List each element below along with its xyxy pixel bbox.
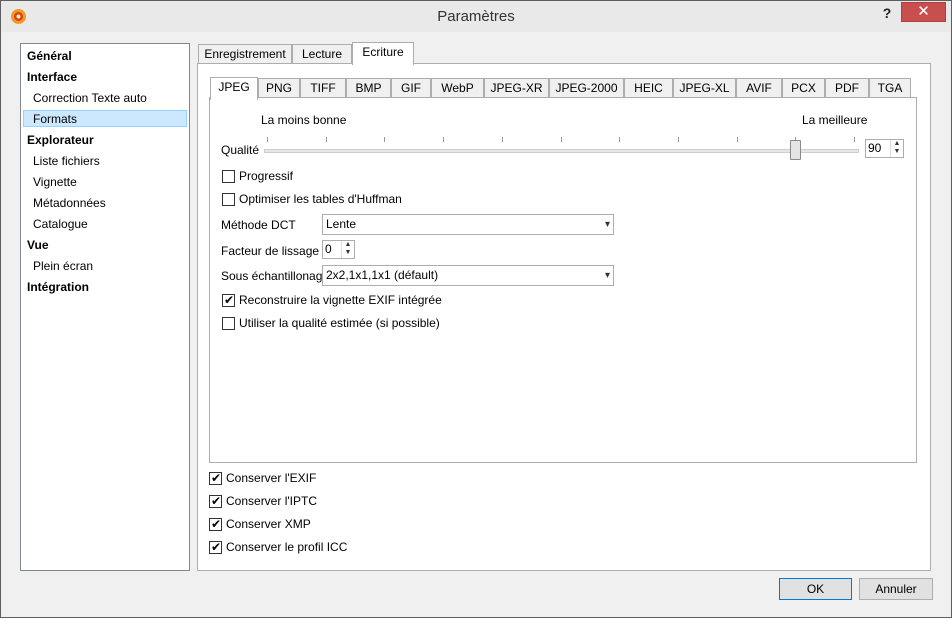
nav-item-view[interactable]: Vue <box>27 237 49 254</box>
dct-method-value: Lente <box>326 217 357 231</box>
tab-avif[interactable]: AVIF <box>736 78 782 99</box>
nav-item-integration[interactable]: Intégration <box>27 279 89 296</box>
slider-tick <box>619 137 620 142</box>
spin-up-icon[interactable]: ▲ <box>342 241 354 249</box>
quality-max-label: La meilleure <box>802 113 868 127</box>
slider-tick <box>502 137 503 142</box>
quality-min-label: La moins bonne <box>261 113 347 127</box>
tab-gif[interactable]: GIF <box>391 78 431 99</box>
tab-tiff[interactable]: TIFF <box>300 78 346 99</box>
check-icon: ✔ <box>224 293 235 307</box>
slider-tick <box>326 137 327 142</box>
smoothing-label: Facteur de lissage <box>221 244 320 258</box>
slider-tick <box>267 137 268 142</box>
tab-png[interactable]: PNG <box>258 78 300 99</box>
help-button[interactable]: ? <box>878 4 896 22</box>
slider-tick <box>443 137 444 142</box>
nav-item-autocorrect[interactable]: Correction Texte auto <box>33 90 147 107</box>
slider-tick <box>678 137 679 142</box>
rebuild-exif-label: Reconstruire la vignette EXIF intégrée <box>239 293 442 307</box>
quality-value: 90 <box>868 141 882 155</box>
slider-tick <box>737 137 738 142</box>
tab-jpeg-2000[interactable]: JPEG-2000 <box>549 78 624 99</box>
spin-down-icon[interactable]: ▼ <box>342 249 354 257</box>
estimated-quality-label: Utiliser la qualité estimée (si possible… <box>239 316 440 330</box>
rebuild-exif-checkbox[interactable]: ✔ <box>222 293 235 307</box>
nav-item-general[interactable]: Général <box>27 48 72 65</box>
smoothing-spinbox[interactable]: 0 ▲ ▼ <box>322 240 355 259</box>
spin-up-icon[interactable]: ▲ <box>891 140 903 148</box>
subsampling-select[interactable]: 2x2,1x1,1x1 (défault) ▾ <box>322 265 614 286</box>
tab-jpeg[interactable]: JPEG <box>210 77 258 100</box>
nav-item-metadata[interactable]: Métadonnées <box>33 195 106 212</box>
tab-enregistrement[interactable]: Enregistrement <box>198 44 292 65</box>
huffman-label: Optimiser les tables d'Huffman <box>239 192 402 206</box>
nav-item-catalog[interactable]: Catalogue <box>33 216 88 233</box>
tab-jpeg-xl[interactable]: JPEG-XL <box>673 78 736 99</box>
huffman-checkbox[interactable] <box>222 193 235 206</box>
chevron-down-icon: ▾ <box>604 270 610 281</box>
keep-xmp-label: Conserver XMP <box>226 517 311 531</box>
nav-item-file-list[interactable]: Liste fichiers <box>33 153 100 170</box>
keep-xmp-checkbox[interactable]: ✔ <box>209 517 222 531</box>
dct-method-label: Méthode DCT <box>221 218 296 232</box>
quality-slider-thumb[interactable] <box>790 140 801 160</box>
tab-pcx[interactable]: PCX <box>782 78 825 99</box>
quality-spinbox[interactable]: 90 ▲ ▼ <box>865 139 904 158</box>
ok-button[interactable]: OK <box>779 578 852 600</box>
tab-tga[interactable]: TGA <box>869 78 911 99</box>
keep-exif-label: Conserver l'EXIF <box>226 471 317 485</box>
nav-item-thumbnail[interactable]: Vignette <box>33 174 77 191</box>
tab-webp[interactable]: WebP <box>431 78 484 99</box>
settings-nav-tree: Général Interface Correction Texte auto … <box>20 43 190 571</box>
quality-spin-buttons[interactable]: ▲ ▼ <box>890 140 903 157</box>
check-icon: ✔ <box>211 517 222 531</box>
slider-tick <box>854 137 855 142</box>
quality-label: Qualité <box>221 143 260 157</box>
slider-tick <box>561 137 562 142</box>
spin-down-icon[interactable]: ▼ <box>891 148 903 156</box>
tab-bmp[interactable]: BMP <box>346 78 391 99</box>
progressive-label: Progressif <box>239 169 294 183</box>
title-bar: Paramètres ? ✕ <box>1 1 951 32</box>
tab-pdf[interactable]: PDF <box>825 78 869 99</box>
slider-tick <box>384 137 385 142</box>
window-title: Paramètres <box>437 8 515 25</box>
tab-heic[interactable]: HEIC <box>624 78 673 99</box>
estimated-quality-checkbox[interactable] <box>222 317 235 330</box>
nav-item-explorer[interactable]: Explorateur <box>27 132 94 149</box>
dct-method-select[interactable]: Lente ▾ <box>322 214 614 235</box>
close-button[interactable]: ✕ <box>901 2 946 22</box>
nav-item-fullscreen[interactable]: Plein écran <box>33 258 93 275</box>
subsampling-value: 2x2,1x1,1x1 (défault) <box>326 268 439 282</box>
cancel-button[interactable]: Annuler <box>859 578 933 600</box>
keep-iptc-checkbox[interactable]: ✔ <box>209 494 222 508</box>
nav-item-formats[interactable]: Formats <box>23 110 187 127</box>
quality-slider-track[interactable] <box>264 149 859 153</box>
check-icon: ✔ <box>211 471 222 485</box>
progressive-checkbox[interactable] <box>222 170 235 183</box>
keep-icc-label: Conserver le profil ICC <box>226 540 348 554</box>
smoothing-spin-buttons[interactable]: ▲ ▼ <box>341 241 354 258</box>
chevron-down-icon: ▾ <box>604 219 610 230</box>
check-icon: ✔ <box>211 494 222 508</box>
keep-icc-checkbox[interactable]: ✔ <box>209 540 222 554</box>
tab-jpeg-xr[interactable]: JPEG-XR <box>484 78 549 99</box>
settings-window: Paramètres ? ✕ Général Interface Correct… <box>0 0 952 618</box>
keep-iptc-label: Conserver l'IPTC <box>226 494 317 508</box>
smoothing-value: 0 <box>325 242 332 256</box>
nav-item-interface[interactable]: Interface <box>27 69 77 86</box>
tab-lecture[interactable]: Lecture <box>292 44 352 65</box>
tab-ecriture[interactable]: Ecriture <box>352 42 414 65</box>
keep-exif-checkbox[interactable]: ✔ <box>209 471 222 485</box>
check-icon: ✔ <box>211 540 222 554</box>
subsampling-label: Sous échantillonage <box>221 269 330 283</box>
